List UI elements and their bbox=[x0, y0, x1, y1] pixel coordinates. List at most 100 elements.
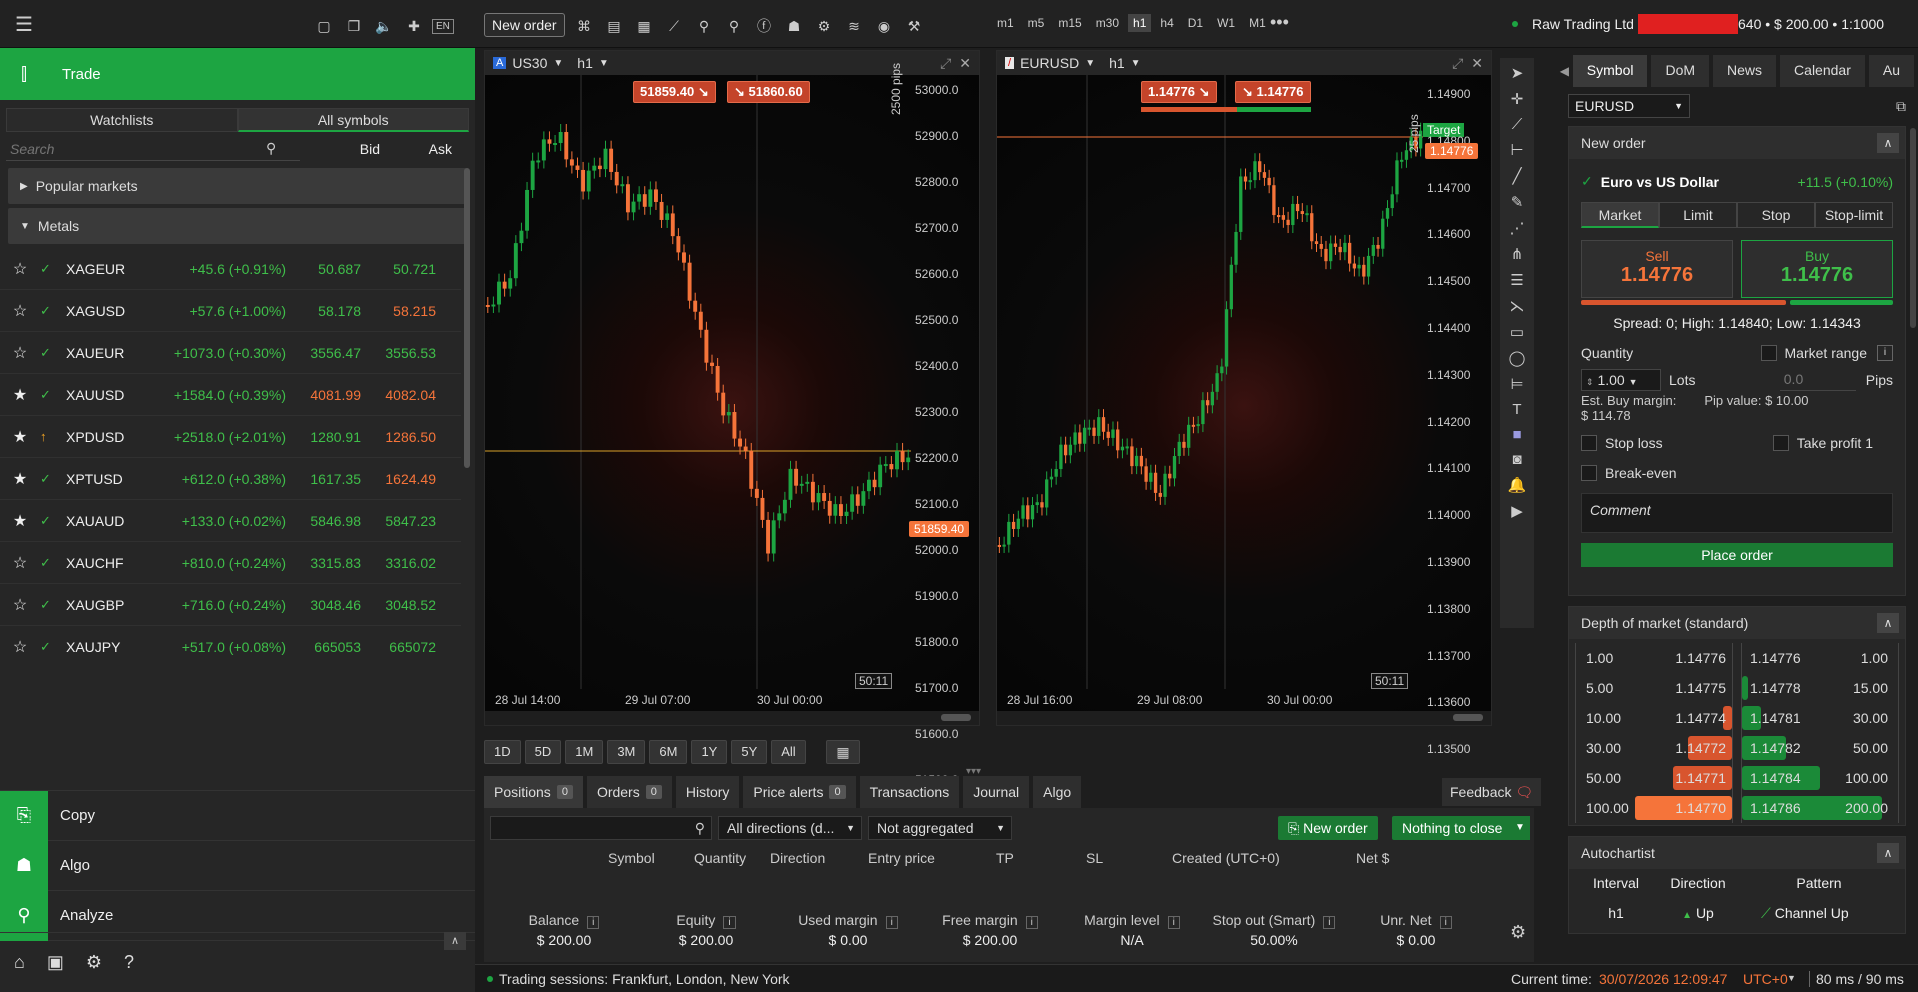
column-header[interactable]: Direction bbox=[770, 850, 825, 866]
watchlist-row[interactable]: ☆ ✓ XAGEUR +45.6 (+0.91%) 50.687 50.721 bbox=[0, 248, 461, 290]
horizontal-line-icon[interactable]: ⊢ bbox=[1510, 141, 1523, 159]
nothing-to-close-button[interactable]: Nothing to close bbox=[1392, 816, 1513, 840]
column-header[interactable]: Entry price bbox=[868, 850, 935, 866]
timeframe-all[interactable]: All bbox=[771, 740, 806, 764]
symbol-bid[interactable]: 50.687 bbox=[286, 261, 361, 277]
range-input[interactable]: 0.0 bbox=[1779, 369, 1856, 391]
symbol-ask[interactable]: 1286.50 bbox=[361, 429, 436, 445]
interval-M1[interactable]: M1 bbox=[1244, 14, 1271, 32]
tab-orders[interactable]: Orders 0 bbox=[586, 776, 672, 808]
account-info[interactable]: 640 • $ 200.00 • 1:1000 bbox=[1738, 16, 1884, 32]
timeframe-1y[interactable]: 1Y bbox=[691, 740, 728, 764]
symbol-bid[interactable]: 4081.99 bbox=[286, 387, 361, 403]
column-header[interactable]: Created (UTC+0) bbox=[1172, 850, 1280, 866]
popular-markets-section[interactable]: ▶ Popular markets bbox=[8, 168, 467, 204]
ask-header[interactable]: Ask bbox=[380, 141, 452, 157]
dom-bid-row[interactable]: 10.00 1.14774 bbox=[1576, 703, 1732, 733]
symbol-ask[interactable]: 3556.53 bbox=[361, 345, 436, 361]
info-icon[interactable]: i bbox=[1167, 916, 1180, 929]
bid-header[interactable]: Bid bbox=[300, 141, 380, 157]
nav-copy[interactable]: ⎘ Copy bbox=[0, 790, 475, 841]
symbol-ask[interactable]: 4082.04 bbox=[361, 387, 436, 403]
info-icon[interactable]: i bbox=[885, 916, 898, 929]
close-dropdown-icon[interactable]: ▼ bbox=[1510, 816, 1530, 840]
calendar-icon[interactable]: ▦ bbox=[826, 740, 860, 764]
watchlist-row[interactable]: ★ ✓ XAUAUD +133.0 (+0.02%) 5846.98 5847.23 bbox=[0, 500, 461, 542]
robot-icon[interactable]: ☗ bbox=[782, 14, 806, 38]
tab-journal[interactable]: Journal bbox=[963, 776, 1030, 808]
symbol-ask[interactable]: 665072 bbox=[361, 639, 436, 655]
chevron-down-icon[interactable]: ▼ bbox=[1131, 58, 1141, 69]
chevron-down-icon[interactable]: ▼ bbox=[553, 58, 563, 69]
market-range-checkbox[interactable] bbox=[1760, 345, 1777, 361]
chart2-x-axis[interactable]: 28 Jul 16:00 29 Jul 08:00 30 Jul 00:00 bbox=[997, 689, 1491, 711]
place-order-button[interactable]: Place order bbox=[1581, 543, 1893, 567]
chart1-y-axis[interactable]: 53000.0 52900.0 52800.0 52700.0 52600.0 52500… bbox=[909, 75, 979, 787]
trend-line-icon[interactable]: ╱ bbox=[1512, 167, 1521, 185]
metals-section[interactable]: ▼ Metals bbox=[8, 208, 467, 244]
dom-bid-row[interactable]: 100.00 1.14770 bbox=[1576, 793, 1732, 823]
stop-loss-checkbox[interactable] bbox=[1581, 435, 1597, 451]
order-type-limit[interactable]: Limit bbox=[1659, 202, 1737, 228]
column-header[interactable]: Symbol bbox=[608, 850, 655, 866]
favorite-star-icon[interactable]: ☆ bbox=[0, 595, 40, 615]
fan-icon[interactable]: ⋰ bbox=[1510, 219, 1525, 237]
break-even-checkbox[interactable] bbox=[1581, 465, 1597, 481]
favorite-star-icon[interactable]: ☆ bbox=[0, 553, 40, 573]
positions-search-input[interactable]: ⚲ bbox=[490, 816, 712, 840]
play-icon[interactable]: ▶ bbox=[1511, 502, 1523, 520]
watchlist-row[interactable]: ☆ ✓ XAUEUR +1073.0 (+0.30%) 3556.47 3556.53 bbox=[0, 332, 461, 374]
favorite-star-icon[interactable]: ☆ bbox=[0, 343, 40, 363]
layers-icon[interactable]: ≋ bbox=[842, 14, 866, 38]
cursor-icon[interactable]: ➤ bbox=[1511, 64, 1524, 82]
trade-header[interactable]: ⫿ Trade bbox=[0, 48, 475, 100]
search-box[interactable]: ⚲ bbox=[6, 137, 300, 161]
symbol-ask[interactable]: 5847.23 bbox=[361, 513, 436, 529]
tab-transactions[interactable]: Transactions bbox=[859, 776, 960, 808]
tab-price-alerts[interactable]: Price alerts 0 bbox=[743, 776, 856, 808]
gann-icon[interactable]: ⋋ bbox=[1510, 297, 1525, 315]
menu-icon[interactable]: ☰ bbox=[12, 12, 36, 36]
close-icon[interactable]: ✕ bbox=[959, 55, 971, 72]
chevron-down-icon[interactable]: ▼ bbox=[1787, 973, 1796, 983]
symbol-bid[interactable]: 1617.35 bbox=[286, 471, 361, 487]
take-profit-checkbox[interactable] bbox=[1772, 435, 1789, 451]
favorite-star-icon[interactable]: ★ bbox=[0, 427, 40, 447]
interval-D1[interactable]: D1 bbox=[1183, 14, 1208, 32]
camera-icon[interactable]: ◙ bbox=[1512, 451, 1521, 468]
tab-scroll-left-icon[interactable]: ◀ bbox=[1556, 64, 1573, 78]
info-icon[interactable]: i bbox=[1439, 916, 1452, 929]
new-order-button[interactable]: New order bbox=[484, 13, 565, 37]
column-header[interactable]: TP bbox=[996, 850, 1014, 866]
tab-watchlists[interactable]: Watchlists bbox=[6, 108, 238, 132]
chart2-scrollbar[interactable] bbox=[997, 711, 1491, 725]
chart1-sell-price[interactable]: 51859.40 ↘ bbox=[633, 81, 716, 103]
favorite-star-icon[interactable]: ★ bbox=[0, 469, 40, 489]
order-type-market[interactable]: Market bbox=[1581, 202, 1659, 228]
info-icon[interactable]: i bbox=[723, 916, 736, 929]
column-header[interactable]: SL bbox=[1086, 850, 1103, 866]
watchlist-row[interactable]: ★ ✓ XAUUSD +1584.0 (+0.39%) 4081.99 4082.04 bbox=[0, 374, 461, 416]
dom-ask-row[interactable]: 1.14784 100.00 bbox=[1742, 763, 1898, 793]
color-icon[interactable]: ■ bbox=[1512, 426, 1521, 443]
chart-sync-icon[interactable]: ⧉ bbox=[1896, 98, 1906, 115]
collapse-icon[interactable]: ∧ bbox=[444, 932, 466, 950]
chevron-down-icon[interactable]: ▼ bbox=[599, 58, 609, 69]
watchlist-row[interactable]: ★ ✓ XPTUSD +612.0 (+0.38%) 1617.35 1624.49 bbox=[0, 458, 461, 500]
interval-m30[interactable]: m30 bbox=[1091, 14, 1124, 32]
timeframe-6m[interactable]: 6M bbox=[649, 740, 688, 764]
sell-button[interactable]: Sell 1.14776 bbox=[1581, 240, 1733, 298]
dom-bid-row[interactable]: 5.00 1.14775 bbox=[1576, 673, 1732, 703]
plugin-icon[interactable]: ✚ bbox=[402, 14, 426, 38]
collapse-icon[interactable]: ∧ bbox=[1877, 613, 1899, 633]
collapse-icon[interactable]: ∧ bbox=[1877, 133, 1899, 153]
interval-m1[interactable]: m1 bbox=[992, 14, 1019, 32]
chart2-sell-price[interactable]: 1.14776 ↘ bbox=[1141, 81, 1217, 103]
chart1-symbol[interactable]: US30 bbox=[512, 55, 547, 71]
windows-icon[interactable]: ❐ bbox=[342, 14, 366, 38]
info-icon[interactable]: i bbox=[1025, 916, 1038, 929]
watchlist-row[interactable]: ☆ ✓ XAUGBP +716.0 (+0.24%) 3048.46 3048.52 bbox=[0, 584, 461, 626]
interval-h1[interactable]: h1 bbox=[1128, 14, 1152, 32]
chart1-canvas[interactable]: 51859.40 ↘ ↘ 51860.60 2500 pips 53000.0 5… bbox=[485, 63, 979, 787]
collapse-icon[interactable]: ∧ bbox=[1877, 843, 1899, 863]
